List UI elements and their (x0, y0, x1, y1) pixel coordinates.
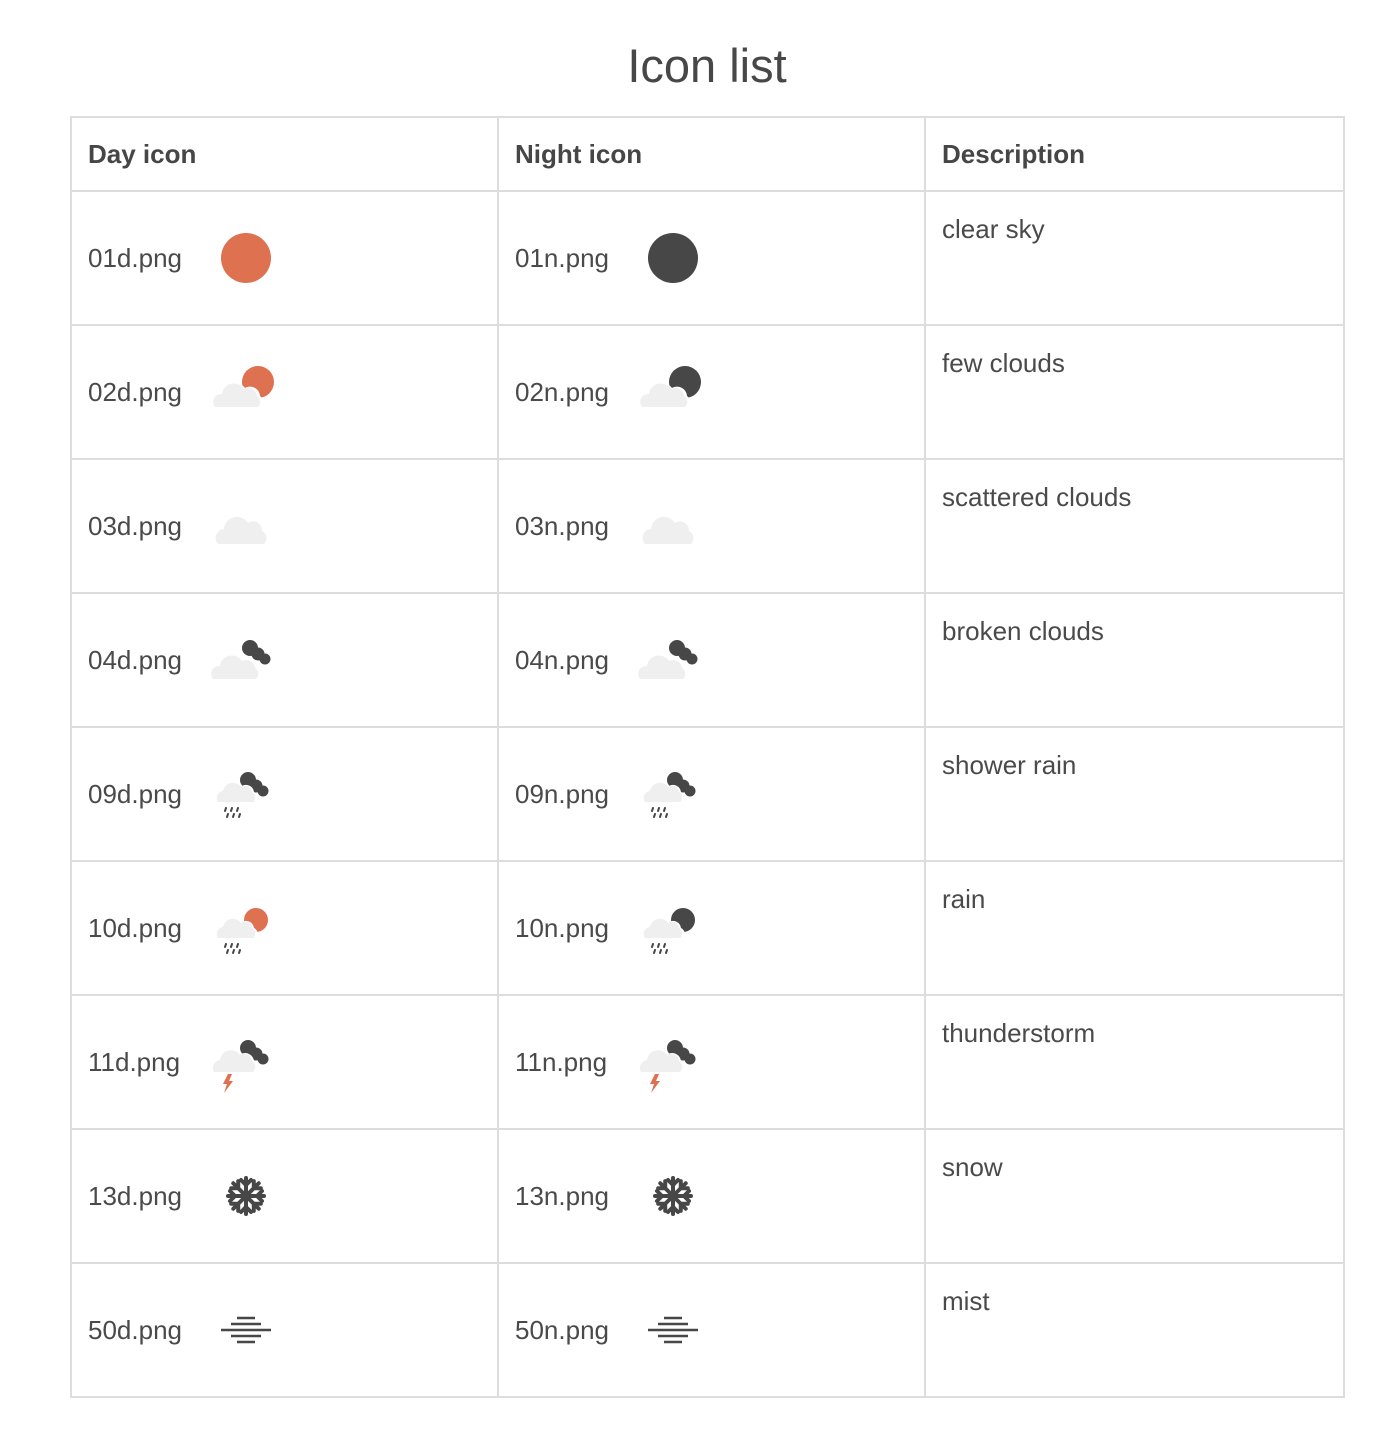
day-cell: 10d.png (70, 860, 499, 996)
night-cell: 01n.png (497, 190, 926, 326)
cloud-icon (206, 486, 286, 566)
table-row: 02d.png 02n.png few clouds (70, 324, 1345, 460)
night-cell: 13n.png (497, 1128, 926, 1264)
night-cell: 10n.png (497, 860, 926, 996)
description-cell: clear sky (924, 190, 1345, 326)
day-file-name: 13d.png (88, 1180, 182, 1211)
day-file-name: 02d.png (88, 376, 182, 407)
description-text: thunderstorm (942, 1018, 1096, 1048)
description-cell: broken clouds (924, 592, 1345, 728)
page-title: Icon list (627, 39, 787, 92)
cloud-sun-icon (206, 352, 286, 432)
table-row: 03d.png 03n.png scattered clouds (70, 458, 1345, 594)
description-cell: snow (924, 1128, 1345, 1264)
night-cell: 04n.png (497, 592, 926, 728)
day-cell: 13d.png (70, 1128, 499, 1264)
cloud-icon (633, 486, 713, 566)
night-file-name: 10n.png (515, 912, 609, 943)
table-row: 50d.png 50n.png mist (70, 1262, 1345, 1398)
thunderstorm-icon (206, 1022, 286, 1102)
description-cell: scattered clouds (924, 458, 1345, 594)
night-file-name: 04n.png (515, 644, 609, 675)
description-cell: shower rain (924, 726, 1345, 862)
dark-clouds-icon (633, 620, 713, 700)
night-cell: 03n.png (497, 458, 926, 594)
moon-icon (633, 218, 713, 298)
description-cell: rain (924, 860, 1345, 996)
day-cell: 04d.png (70, 592, 499, 728)
day-cell: 11d.png (70, 994, 499, 1130)
day-file-name: 04d.png (88, 644, 182, 675)
day-file-name: 50d.png (88, 1314, 182, 1345)
description-cell: few clouds (924, 324, 1345, 460)
description-text: few clouds (942, 348, 1065, 378)
description-text: clear sky (942, 214, 1045, 244)
description-cell: thunderstorm (924, 994, 1345, 1130)
header-description: Description (924, 116, 1345, 192)
header-night-icon: Night icon (497, 116, 926, 192)
day-cell: 09d.png (70, 726, 499, 862)
table-header-row: Day icon Night icon Description (70, 116, 1345, 192)
description-cell: mist (924, 1262, 1345, 1398)
sun-icon (206, 218, 286, 298)
day-file-name: 09d.png (88, 778, 182, 809)
night-cell: 50n.png (497, 1262, 926, 1398)
table-row: 09d.png 09n.png shower rain (70, 726, 1345, 862)
night-file-name: 01n.png (515, 242, 609, 273)
table-row: 10d.png 10n.png rain (70, 860, 1345, 996)
description-text: snow (942, 1152, 1003, 1182)
night-file-name: 13n.png (515, 1180, 609, 1211)
mist-icon (633, 1290, 713, 1370)
night-file-name: 03n.png (515, 510, 609, 541)
day-cell: 02d.png (70, 324, 499, 460)
description-text: scattered clouds (942, 482, 1132, 512)
thunderstorm-icon (633, 1022, 713, 1102)
day-file-name: 03d.png (88, 510, 182, 541)
description-text: rain (942, 884, 986, 914)
description-text: broken clouds (942, 616, 1104, 646)
icon-table: Day icon Night icon Description 01d.png … (70, 116, 1345, 1398)
day-cell: 50d.png (70, 1262, 499, 1398)
mist-icon (206, 1290, 286, 1370)
table-row: 04d.png 04n.png broken clouds (70, 592, 1345, 728)
night-file-name: 02n.png (515, 376, 609, 407)
shower-rain-icon (633, 754, 713, 834)
description-text: shower rain (942, 750, 1077, 780)
day-file-name: 01d.png (88, 242, 182, 273)
night-file-name: 50n.png (515, 1314, 609, 1345)
day-cell: 01d.png (70, 190, 499, 326)
day-file-name: 11d.png (88, 1046, 181, 1077)
rain-sun-icon (206, 888, 286, 968)
night-cell: 11n.png (497, 994, 926, 1130)
table-row: 13d.png 13n.png snow (70, 1128, 1345, 1264)
day-cell: 03d.png (70, 458, 499, 594)
shower-rain-icon (206, 754, 286, 834)
table-row: 01d.png 01n.png clear sky (70, 190, 1345, 326)
table-row: 11d.png 11n.png thunderstorm (70, 994, 1345, 1130)
night-file-name: 09n.png (515, 778, 609, 809)
snowflake-icon (206, 1156, 286, 1236)
night-cell: 09n.png (497, 726, 926, 862)
night-cell: 02n.png (497, 324, 926, 460)
snowflake-icon (633, 1156, 713, 1236)
header-day-icon: Day icon (70, 116, 499, 192)
cloud-moon-icon (633, 352, 713, 432)
description-text: mist (942, 1286, 990, 1316)
rain-moon-icon (633, 888, 713, 968)
day-file-name: 10d.png (88, 912, 182, 943)
night-file-name: 11n.png (515, 1046, 608, 1077)
dark-clouds-icon (206, 620, 286, 700)
